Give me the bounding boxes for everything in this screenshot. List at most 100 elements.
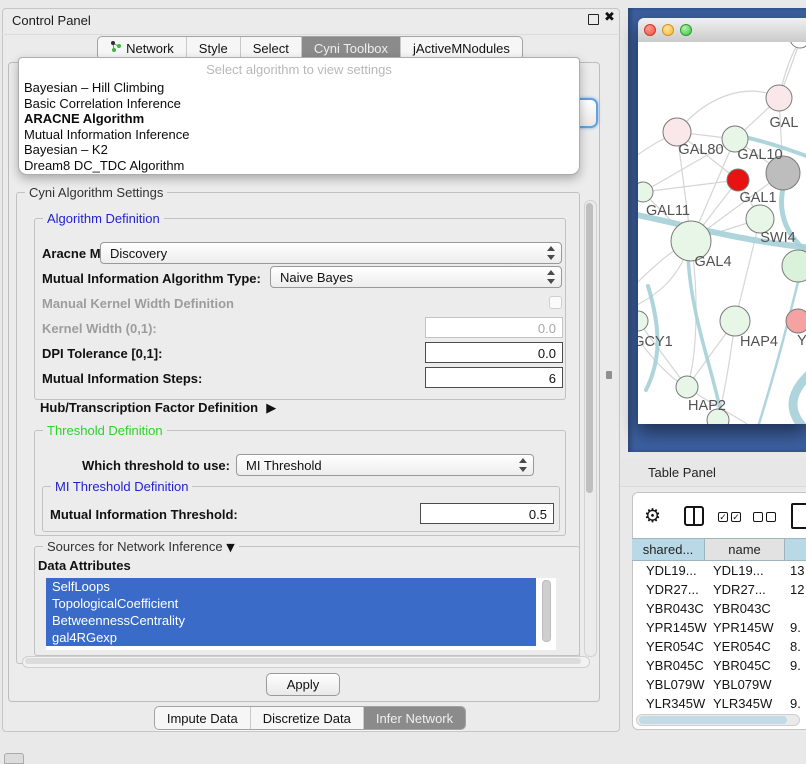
table-cell: 8. <box>790 639 801 654</box>
network-node-gal1[interactable] <box>746 205 774 233</box>
network-edge[interactable] <box>643 180 738 192</box>
sources-legend[interactable]: Sources for Network Inference ▼ <box>43 539 239 554</box>
table-cell: YDL19... <box>713 563 764 578</box>
node-label-hap4: HAP4 <box>740 334 778 350</box>
dropdown-items: Bayesian – Hill ClimbingBasic Correlatio… <box>19 80 579 174</box>
mi-threshold-field[interactable]: 0.5 <box>420 503 554 524</box>
algorithm-definition-legend: Algorithm Definition <box>43 211 164 226</box>
network-edge-highlighted[interactable] <box>793 370 806 424</box>
node-label-swi4: SWI4 <box>760 230 795 246</box>
mi-type-combo[interactable]: Naive Bayes <box>270 266 562 288</box>
columns-icon[interactable] <box>684 506 704 526</box>
tab-label: jActiveMNodules <box>413 41 510 56</box>
settings-vertical-scrollbar[interactable] <box>584 200 597 657</box>
hub-definition-toggle[interactable]: Hub/Transcription Factor Definition ▶ <box>40 400 276 416</box>
close-icon[interactable]: ✖ <box>604 10 615 25</box>
algorithm-item-basic-correlation-inference[interactable]: Basic Correlation Inference <box>19 96 579 112</box>
stepper-icon <box>547 270 556 284</box>
table-cell: 13 <box>790 563 804 578</box>
network-tab-icon <box>110 40 122 56</box>
mi-steps-field[interactable]: 6 <box>425 367 563 388</box>
table-row[interactable]: YBR045CYBR045C9. <box>632 656 806 675</box>
network-node-red-node[interactable] <box>727 169 749 191</box>
table-horizontal-scrollbar[interactable] <box>636 714 800 726</box>
algorithm-item-bayesian-k2[interactable]: Bayesian – K2 <box>19 142 579 158</box>
collapse-down-icon[interactable]: ▼ <box>226 541 234 554</box>
bottom-tabbar: Impute DataDiscretize DataInfer Network <box>154 706 466 730</box>
settings-horizontal-scrollbar[interactable] <box>22 656 590 668</box>
algorithm-item-aracne-algorithm[interactable]: ARACNE Algorithm <box>19 111 579 127</box>
tab-label: Cyni Toolbox <box>314 41 388 56</box>
float-window-icon[interactable] <box>588 14 599 25</box>
node-label-gal: GAL <box>769 115 798 131</box>
algorithm-item-mutual-information-inference[interactable]: Mutual Information Inference <box>19 127 579 143</box>
algorithm-item-bayesian-hill-climbing[interactable]: Bayesian – Hill Climbing <box>19 80 579 96</box>
kernel-width-field[interactable]: 0.0 <box>425 317 563 338</box>
tab-label: Select <box>253 41 289 56</box>
apply-button[interactable]: Apply <box>266 673 340 696</box>
network-node-gal2[interactable] <box>766 85 792 111</box>
aracne-mode-combo[interactable]: Discovery <box>100 242 562 264</box>
attribute-item-selfloops[interactable]: SelfLoops <box>46 578 536 595</box>
attribute-item-topologicalcoefficient[interactable]: TopologicalCoefficient <box>46 595 536 612</box>
table-row[interactable]: YBL079WYBL079W <box>632 675 806 694</box>
network-node-hap4[interactable] <box>720 306 750 336</box>
network-node-gcy1[interactable] <box>638 311 648 331</box>
table-cell: YLR345W <box>713 696 772 711</box>
table-row[interactable]: YLR345WYLR345W9. <box>632 694 806 713</box>
expand-right-icon[interactable]: ▶ <box>262 401 277 416</box>
list-scrollbar[interactable] <box>542 580 550 642</box>
panel-divider-grip[interactable] <box>606 371 612 379</box>
minimize-traffic-light[interactable] <box>662 24 674 36</box>
algorithm-item-dream8-dc-tdc-algorithm[interactable]: Dream8 DC_TDC Algorithm <box>19 158 579 174</box>
network-canvas[interactable]: GALGAL80GAL10GAL1GAL11SWI4GAL4GCY1HAP4YH… <box>638 42 806 424</box>
deselect-all-checkbox-icon[interactable] <box>766 512 776 522</box>
tab-style[interactable]: Style <box>186 37 240 59</box>
attribute-item-betweennesscentrality[interactable]: BetweennessCentrality <box>46 612 536 629</box>
gear-icon[interactable]: ⚙ <box>644 506 661 526</box>
column-header-shared-name[interactable]: shared... <box>632 538 705 561</box>
tab-jactivemnodules[interactable]: jActiveMNodules <box>400 37 522 59</box>
network-node-gal11[interactable] <box>638 182 653 202</box>
network-window-titlebar[interactable] <box>638 18 806 43</box>
column-header-partial[interactable] <box>785 538 806 561</box>
tab-select[interactable]: Select <box>240 37 301 59</box>
node-label-gal4: GAL4 <box>694 254 731 270</box>
zoom-traffic-light[interactable] <box>680 24 692 36</box>
tab-discretize-data[interactable]: Discretize Data <box>250 707 363 729</box>
network-node-hap2[interactable] <box>676 376 698 398</box>
tab-cyni-toolbox[interactable]: Cyni Toolbox <box>301 37 400 59</box>
dpi-tolerance-field[interactable]: 0.0 <box>425 342 563 363</box>
table-cell: YBL079W <box>713 677 772 692</box>
table-panel-title: Table Panel <box>648 465 716 480</box>
tab-network[interactable]: Network <box>98 37 186 59</box>
manual-kernel-checkbox[interactable] <box>549 296 562 309</box>
tab-impute-data[interactable]: Impute Data <box>155 707 250 729</box>
network-node-salmon-node[interactable] <box>786 309 806 333</box>
bottom-tabbar-wrap: Impute DataDiscretize DataInfer Network <box>2 706 618 730</box>
stepper-icon <box>547 246 556 260</box>
minimized-panel-chip[interactable] <box>4 753 24 764</box>
mi-threshold-label: Mutual Information Threshold: <box>50 507 238 522</box>
attribute-item-gal4rgexp[interactable]: gal4RGexp <box>46 629 536 646</box>
table-row[interactable]: YBR043CYBR043C <box>632 599 806 618</box>
table-row[interactable]: YER054C YER054C 8. <box>632 637 806 656</box>
which-threshold-combo[interactable]: MI Threshold <box>236 454 534 476</box>
tab-infer-network[interactable]: Infer Network <box>363 707 465 729</box>
deselect-all-checkbox-icon[interactable] <box>753 512 763 522</box>
close-traffic-light[interactable] <box>644 24 656 36</box>
network-node-top-partial[interactable] <box>790 42 806 48</box>
table-cell: YBR043C <box>646 601 704 616</box>
table-cell: YER054C <box>646 639 704 654</box>
network-node-right-green[interactable] <box>782 250 806 282</box>
export-table-icon[interactable] <box>791 503 806 529</box>
table-cell: YER054C <box>713 639 771 654</box>
select-all-checkbox-icon[interactable]: ✓ <box>731 512 741 522</box>
table-cell: YDR27... <box>713 582 766 597</box>
table-row[interactable]: YDL19...YDL19...13 <box>632 561 806 580</box>
select-all-checkbox-icon[interactable]: ✓ <box>718 512 728 522</box>
table-row[interactable]: YDR27...YDR27...12 <box>632 580 806 599</box>
table-row[interactable]: YPR145WYPR145W9. <box>632 618 806 637</box>
column-header-name[interactable]: name <box>705 538 785 561</box>
data-attributes-list[interactable]: SelfLoopsTopologicalCoefficientBetweenne… <box>46 578 556 650</box>
